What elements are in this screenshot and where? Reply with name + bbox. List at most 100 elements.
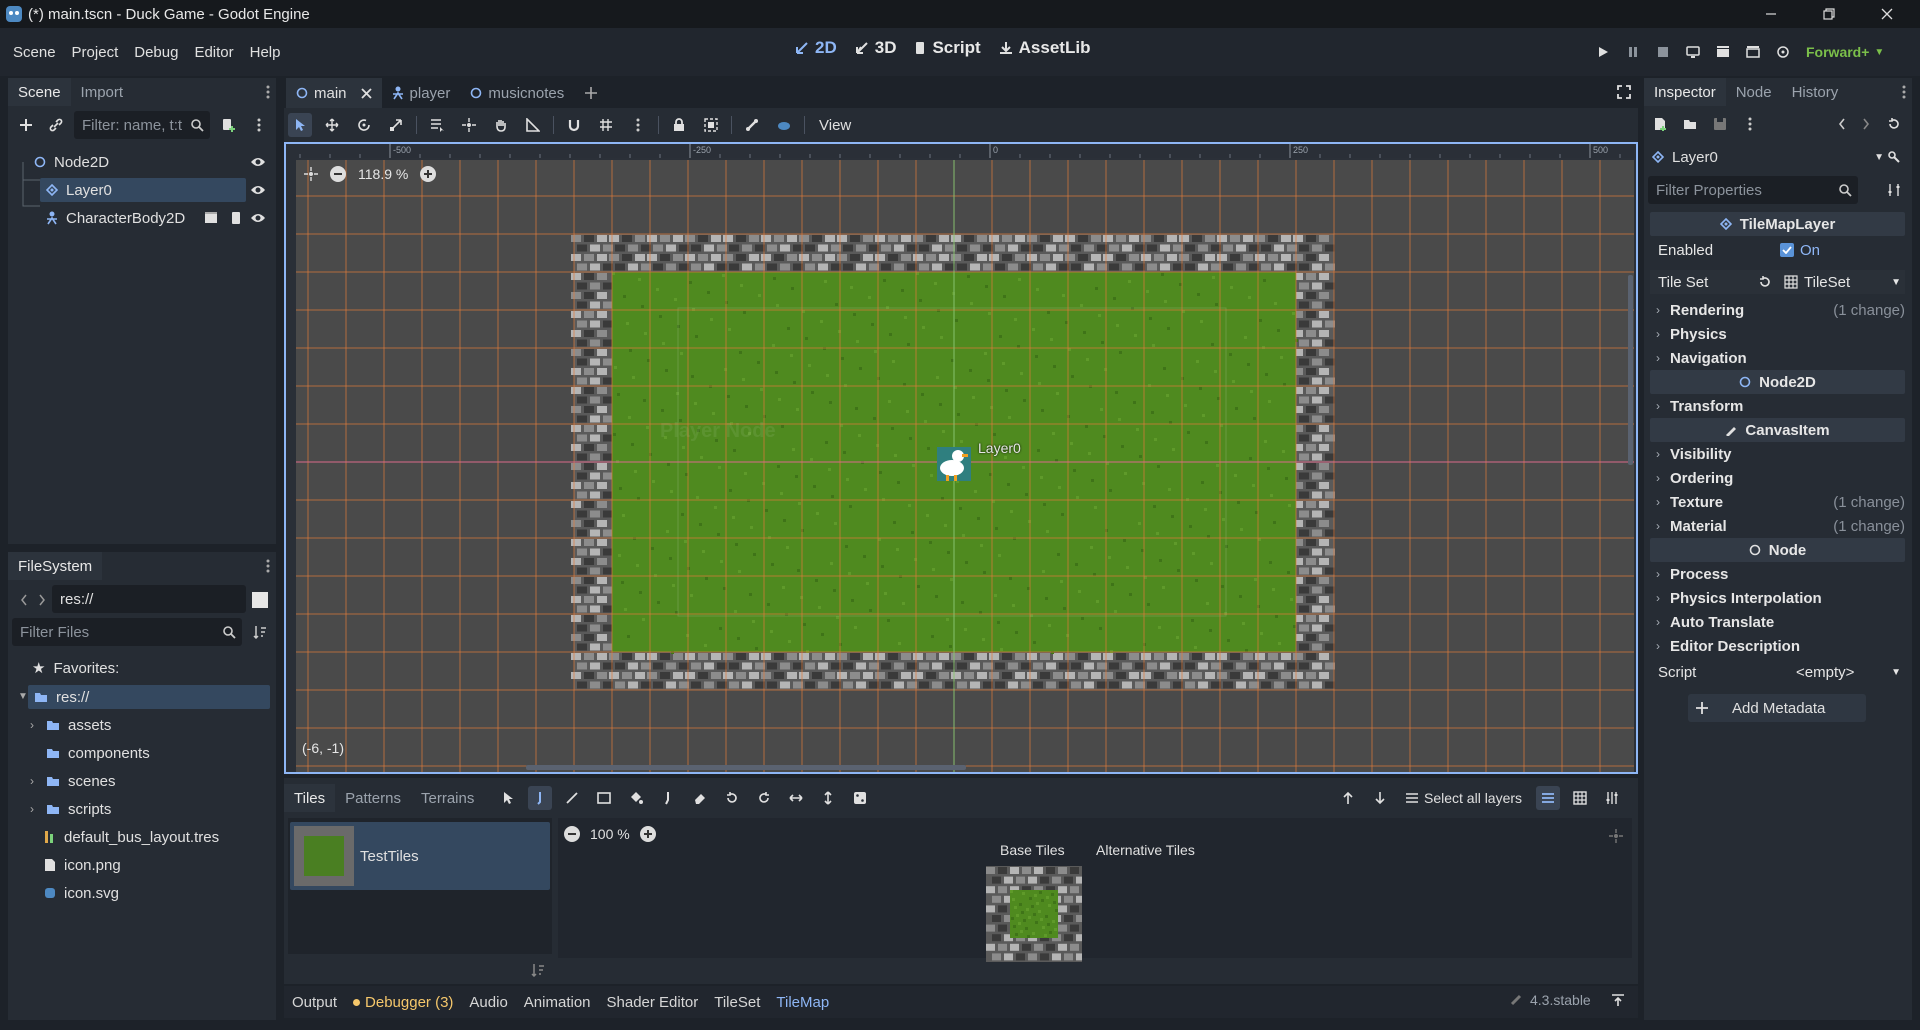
rotate-mode-button[interactable] <box>352 113 376 137</box>
tile-eraser-button[interactable] <box>688 786 712 810</box>
play-scene-button[interactable] <box>1708 37 1738 67</box>
tab-history[interactable]: History <box>1782 78 1849 106</box>
toggle-grid-button[interactable] <box>1568 786 1592 810</box>
dock-menu-icon[interactable] <box>256 554 280 578</box>
tab-animation[interactable]: Animation <box>516 994 599 1011</box>
pivot-mode-button[interactable] <box>457 113 481 137</box>
section-visibility[interactable]: › Visibility <box>1650 442 1905 466</box>
ruler-mode-button[interactable] <box>521 113 545 137</box>
menu-debug[interactable]: Debug <box>126 44 186 61</box>
attach-script-button[interactable] <box>216 113 240 137</box>
snap-options-icon[interactable] <box>626 113 650 137</box>
section-physics-interpolation[interactable]: › Physics Interpolation <box>1650 586 1905 610</box>
tab-shader-editor[interactable]: Shader Editor <box>599 994 707 1011</box>
distraction-free-toggle-icon[interactable] <box>1612 80 1636 104</box>
object-properties-icon[interactable] <box>1882 145 1906 169</box>
tile-paint-button[interactable] <box>528 786 552 810</box>
object-history-icon[interactable] <box>1882 112 1906 136</box>
scene-tab-main[interactable]: main <box>286 78 382 108</box>
main-screen-2d-button[interactable]: 2D <box>786 38 846 58</box>
play-custom-scene-button[interactable] <box>1738 37 1768 67</box>
fs-item-res[interactable]: res:// <box>28 685 270 709</box>
main-screen-script-button[interactable]: Script <box>905 38 989 58</box>
section-ordering[interactable]: › Ordering <box>1650 466 1905 490</box>
scene-tab-musicnotes[interactable]: musicnotes <box>460 78 574 108</box>
enabled-checkbox[interactable]: On <box>1780 242 1820 259</box>
favorites-item[interactable]: ★ Favorites: <box>32 656 119 680</box>
zoom-out-button[interactable] <box>564 826 580 842</box>
visibility-eye-icon[interactable] <box>250 184 266 196</box>
tileset-resource-picker[interactable]: TileSet <box>1784 274 1850 291</box>
tab-tiles[interactable]: Tiles <box>284 784 336 812</box>
restore-button[interactable] <box>1806 0 1852 28</box>
new-resource-button[interactable] <box>1648 112 1672 136</box>
instance-scene-button[interactable] <box>44 113 68 137</box>
scene-filter-input[interactable]: Filter: name, t:t <box>74 111 210 139</box>
list-select-button[interactable] <box>425 113 449 137</box>
tab-tilemap[interactable]: TileMap <box>768 994 837 1011</box>
tileset-item[interactable]: TestTiles <box>290 822 550 890</box>
base-tiles-label[interactable]: Base Tiles <box>1000 842 1065 858</box>
tilemap-settings-button[interactable] <box>1600 786 1624 810</box>
flip-v-button[interactable] <box>816 786 840 810</box>
particles-button[interactable] <box>772 113 796 137</box>
scene-tree-menu-icon[interactable] <box>247 113 271 137</box>
fs-item-default-bus-layout[interactable]: default_bus_layout.tres <box>44 825 219 849</box>
tab-output[interactable]: Output <box>284 994 345 1011</box>
open-scene-icon[interactable] <box>204 212 218 224</box>
atlas-tile[interactable] <box>986 866 1082 962</box>
tile-bucket-button[interactable] <box>624 786 648 810</box>
zoom-out-button[interactable] <box>330 166 346 182</box>
fs-item-scenes[interactable]: › scenes <box>30 769 116 793</box>
tree-item-characterbody2d[interactable]: CharacterBody2D <box>40 206 270 230</box>
fs-item-icon-png[interactable]: icon.png <box>44 853 121 877</box>
fs-item-scripts[interactable]: › scripts <box>30 797 111 821</box>
tree-item-layer0[interactable]: Layer0 <box>40 178 246 202</box>
atlas-zoom-level[interactable]: 100 % <box>590 826 630 842</box>
add-metadata-button[interactable]: Add Metadata <box>1688 694 1866 722</box>
random-tile-button[interactable] <box>848 786 872 810</box>
center-view-icon[interactable] <box>304 167 318 181</box>
move-mode-button[interactable] <box>320 113 344 137</box>
tab-patterns[interactable]: Patterns <box>335 784 411 812</box>
menu-help[interactable]: Help <box>242 44 289 61</box>
scale-mode-button[interactable] <box>384 113 408 137</box>
previous-layer-button[interactable] <box>1336 786 1360 810</box>
rotate-left-button[interactable] <box>720 786 744 810</box>
tab-audio[interactable]: Audio <box>461 994 515 1011</box>
fs-item-icon-svg[interactable]: icon.svg <box>44 881 119 905</box>
forward-icon[interactable] <box>30 588 54 612</box>
filter-files-input[interactable]: Filter Files <box>12 618 242 646</box>
section-navigation[interactable]: › Navigation <box>1650 346 1905 370</box>
center-view-icon[interactable] <box>1604 824 1628 848</box>
history-forward-icon[interactable] <box>1854 112 1878 136</box>
renderer-select[interactable]: Forward+ ▼ <box>1806 44 1884 60</box>
sort-icon[interactable] <box>248 620 272 644</box>
tab-node[interactable]: Node <box>1726 78 1782 106</box>
viewport-canvas[interactable] <box>296 160 1634 772</box>
main-screen-3d-button[interactable]: 3D <box>846 38 906 58</box>
view-menu[interactable]: View <box>813 117 857 134</box>
menu-project[interactable]: Project <box>64 44 127 61</box>
section-texture[interactable]: › Texture (1 change) <box>1650 490 1905 514</box>
pause-button[interactable] <box>1618 37 1648 67</box>
remote-debug-button[interactable] <box>1678 37 1708 67</box>
stop-button[interactable] <box>1648 37 1678 67</box>
chevron-down-icon[interactable]: ▼ <box>18 691 28 702</box>
add-node-button[interactable] <box>14 113 38 137</box>
script-icon[interactable] <box>230 211 242 225</box>
tab-import[interactable]: Import <box>71 78 134 106</box>
grid-snap-button[interactable] <box>594 113 618 137</box>
section-physics[interactable]: › Physics <box>1650 322 1905 346</box>
highlight-layer-button[interactable] <box>1536 786 1561 810</box>
save-resource-button[interactable] <box>1708 112 1732 136</box>
chevron-down-icon[interactable]: ▼ <box>1891 277 1901 288</box>
tab-inspector[interactable]: Inspector <box>1644 78 1726 106</box>
tile-rect-button[interactable] <box>592 786 616 810</box>
tab-filesystem[interactable]: FileSystem <box>8 552 103 580</box>
select-mode-button[interactable] <box>288 113 312 137</box>
horizontal-scrollbar[interactable] <box>526 765 966 770</box>
dock-menu-icon[interactable] <box>256 80 280 104</box>
select-all-layers-button[interactable]: Select all layers <box>1400 790 1528 806</box>
property-settings-icon[interactable] <box>1882 178 1906 202</box>
